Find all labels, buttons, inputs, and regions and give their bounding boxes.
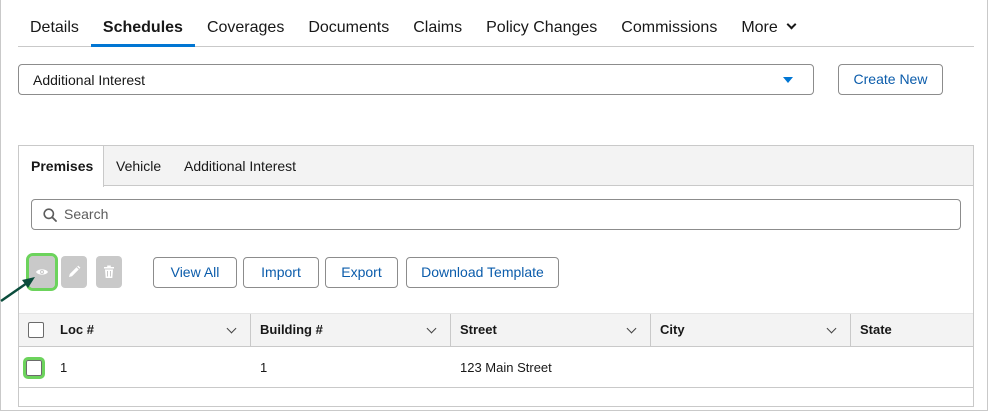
delete-record-button[interactable] xyxy=(96,256,122,288)
caret-down-icon xyxy=(783,77,793,83)
edit-record-button[interactable] xyxy=(61,256,87,288)
tab-label: Claims xyxy=(413,19,463,36)
tab-premises[interactable]: Premises xyxy=(19,146,104,187)
row-checkbox[interactable] xyxy=(23,357,45,379)
annotation-arrow-icon xyxy=(0,277,35,303)
cell-loc: 1 xyxy=(60,360,68,375)
record-tabs: Details Schedules Coverages Documents Cl… xyxy=(18,0,974,47)
column-header-loc[interactable]: Loc # xyxy=(60,314,250,346)
column-header-street[interactable]: Street xyxy=(460,314,650,346)
chevron-down-icon[interactable] xyxy=(826,323,837,334)
tab-schedules[interactable]: Schedules xyxy=(90,0,195,47)
tab-label: More xyxy=(741,19,778,36)
column-divider[interactable] xyxy=(250,314,251,346)
column-label: Street xyxy=(460,322,497,337)
column-label: Building # xyxy=(260,322,323,337)
search-icon xyxy=(43,208,57,222)
cell-street: 123 Main Street xyxy=(460,360,552,375)
chevron-down-icon[interactable] xyxy=(226,323,237,334)
tab-label: Details xyxy=(30,19,79,36)
tab-commissions[interactable]: Commissions xyxy=(609,0,729,46)
column-header-state[interactable]: State xyxy=(860,314,960,346)
tab-label: Coverages xyxy=(206,19,285,36)
pencil-icon xyxy=(69,265,81,277)
download-template-button[interactable]: Download Template xyxy=(406,257,559,288)
tab-coverages[interactable]: Coverages xyxy=(195,0,296,46)
tab-more[interactable]: More xyxy=(729,0,806,46)
tab-policy-changes[interactable]: Policy Changes xyxy=(474,0,609,46)
cell-building: 1 xyxy=(260,360,268,375)
tab-details[interactable]: Details xyxy=(18,0,91,46)
search-placeholder: Search xyxy=(64,206,109,222)
trash-icon xyxy=(104,265,114,278)
schedule-tabs: Premises Vehicle Additional Interest xyxy=(19,146,973,187)
schedule-panel: Premises Vehicle Additional Interest Sea… xyxy=(18,145,974,407)
schedule-type-select[interactable]: Additional Interest xyxy=(18,64,814,95)
column-header-building[interactable]: Building # xyxy=(260,314,450,346)
tab-vehicle[interactable]: Vehicle xyxy=(116,146,161,186)
column-label: Loc # xyxy=(60,322,94,337)
chevron-down-icon xyxy=(786,19,797,30)
tab-label: Commissions xyxy=(621,19,718,36)
tab-documents[interactable]: Documents xyxy=(296,0,401,46)
schedule-type-value: Additional Interest xyxy=(33,72,146,88)
column-divider[interactable] xyxy=(650,314,651,346)
import-button[interactable]: Import xyxy=(243,257,319,288)
tab-label: Documents xyxy=(308,19,390,36)
create-new-button[interactable]: Create New xyxy=(838,64,943,95)
chevron-down-icon[interactable] xyxy=(426,323,437,334)
select-all-checkbox[interactable] xyxy=(28,322,44,338)
tab-label: Policy Changes xyxy=(486,19,598,36)
column-divider[interactable] xyxy=(450,314,451,346)
tab-additional-interest[interactable]: Additional Interest xyxy=(184,146,296,186)
tab-label: Schedules xyxy=(102,19,183,36)
column-label: City xyxy=(660,322,685,337)
chevron-down-icon[interactable] xyxy=(626,323,637,334)
export-button[interactable]: Export xyxy=(325,257,398,288)
search-input[interactable]: Search xyxy=(31,199,961,230)
table-header: Loc # Building # Street City State xyxy=(19,313,973,347)
column-divider[interactable] xyxy=(850,314,851,346)
column-label: State xyxy=(860,322,892,337)
column-header-city[interactable]: City xyxy=(660,314,850,346)
row-divider xyxy=(19,387,973,388)
tab-claims[interactable]: Claims xyxy=(401,0,474,46)
view-all-button[interactable]: View All xyxy=(153,257,237,288)
